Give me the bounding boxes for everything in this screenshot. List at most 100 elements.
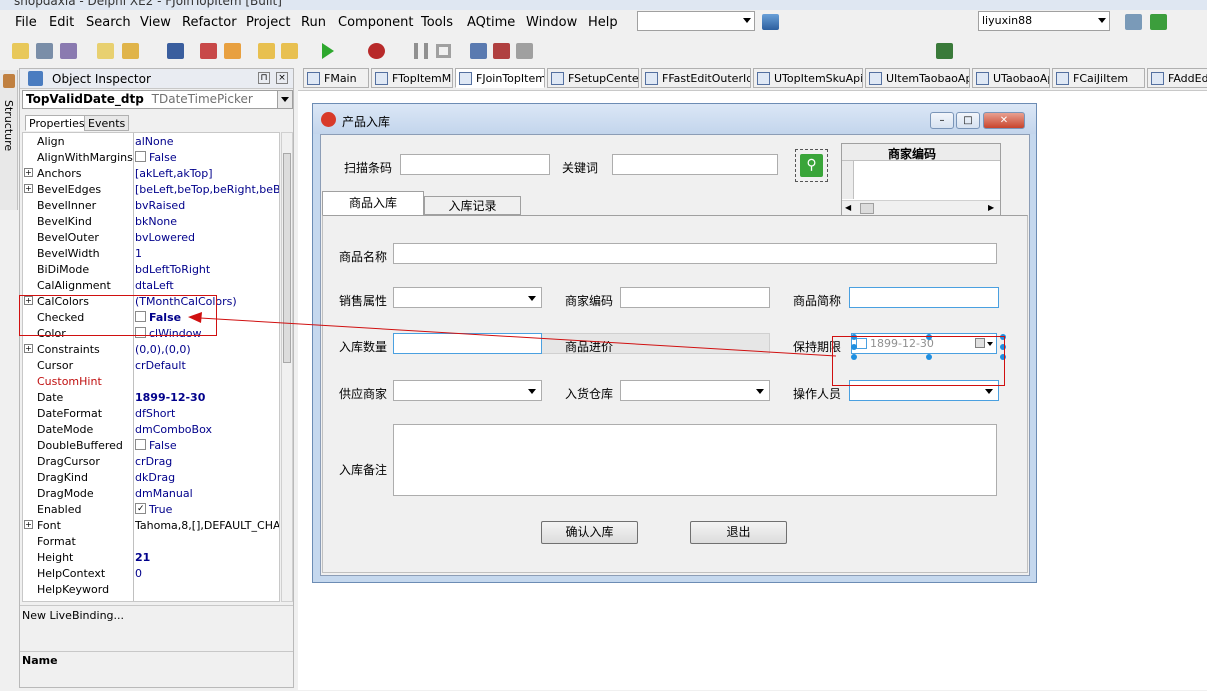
run-to-cursor-icon[interactable] bbox=[516, 43, 533, 59]
merchant-code-grid[interactable]: 商家编码 ◀ ▶ bbox=[841, 143, 1001, 217]
property-row[interactable]: DragKind dkDrag bbox=[23, 469, 279, 485]
property-row[interactable]: BiDiMode bdLeftToRight bbox=[23, 261, 279, 277]
property-value[interactable]: 1899-12-30 bbox=[135, 391, 279, 404]
product-name-input[interactable] bbox=[393, 243, 997, 264]
desktop-layout-combo[interactable] bbox=[637, 11, 755, 31]
property-checkbox[interactable] bbox=[135, 151, 146, 162]
project-manager-icon[interactable] bbox=[60, 43, 77, 59]
add-file-icon[interactable] bbox=[258, 43, 275, 59]
structure-panel-tab[interactable]: Structure bbox=[0, 70, 18, 210]
property-grid-scrollbar[interactable] bbox=[281, 132, 293, 602]
property-row[interactable]: BevelInner bvRaised bbox=[23, 197, 279, 213]
menu-tools[interactable]: Tools bbox=[421, 15, 453, 30]
desktop-save-icon[interactable] bbox=[762, 14, 779, 30]
open-icon[interactable] bbox=[122, 43, 139, 59]
menu-search[interactable]: Search bbox=[86, 15, 131, 30]
property-row[interactable]: DragMode dmManual bbox=[23, 485, 279, 501]
property-value[interactable]: alNone bbox=[135, 135, 279, 148]
short-name-input[interactable] bbox=[849, 287, 999, 308]
property-value[interactable]: False bbox=[135, 151, 279, 164]
open-project-icon[interactable] bbox=[36, 43, 53, 59]
property-value[interactable]: Tahoma,8,[],DEFAULT_CHAR bbox=[135, 519, 279, 532]
doc-tab[interactable]: FFastEditOuterId bbox=[641, 68, 751, 88]
menu-run[interactable]: Run bbox=[301, 15, 326, 30]
property-value[interactable]: crDefault bbox=[135, 359, 279, 372]
stop-icon[interactable] bbox=[436, 44, 451, 58]
doc-tab[interactable]: FAddEditTo bbox=[1147, 68, 1207, 88]
property-row[interactable]: + Anchors [akLeft,akTop] bbox=[23, 165, 279, 181]
property-row[interactable]: BevelWidth 1 bbox=[23, 245, 279, 261]
remove-file-icon[interactable] bbox=[281, 43, 298, 59]
expand-icon[interactable]: + bbox=[24, 184, 33, 193]
property-row[interactable]: + Constraints (0,0),(0,0) bbox=[23, 341, 279, 357]
menu-aqtime[interactable]: AQtime bbox=[467, 15, 515, 30]
component-selector[interactable]: TopValidDate_dtp TDateTimePicker bbox=[22, 90, 293, 109]
property-row[interactable]: HelpContext 0 bbox=[23, 565, 279, 581]
property-row[interactable]: HelpKeyword bbox=[23, 581, 279, 597]
property-value[interactable]: dtaLeft bbox=[135, 279, 279, 292]
scroll-thumb[interactable] bbox=[860, 203, 874, 214]
deploy-icon[interactable] bbox=[1150, 14, 1167, 30]
expand-icon[interactable]: + bbox=[24, 168, 33, 177]
property-row[interactable]: + BevelEdges [beLeft,beTop,beRight,beBot bbox=[23, 181, 279, 197]
maximize-icon[interactable]: □ bbox=[956, 112, 980, 129]
new-icon[interactable] bbox=[97, 43, 114, 59]
trace-into-icon[interactable] bbox=[470, 43, 487, 59]
property-checkbox[interactable] bbox=[135, 439, 146, 450]
property-value[interactable]: dfShort bbox=[135, 407, 279, 420]
menu-refactor[interactable]: Refactor bbox=[182, 15, 237, 30]
property-value[interactable]: bkNone bbox=[135, 215, 279, 228]
menu-file[interactable]: File bbox=[15, 15, 37, 30]
scan-barcode-input[interactable] bbox=[400, 154, 550, 175]
property-row[interactable]: Enabled True bbox=[23, 501, 279, 517]
doc-tab[interactable]: FMain bbox=[303, 68, 369, 88]
menu-component[interactable]: Component bbox=[338, 15, 413, 30]
scroll-right-icon[interactable]: ▶ bbox=[988, 203, 994, 212]
property-value[interactable]: bvRaised bbox=[135, 199, 279, 212]
search-button[interactable]: ⚲ bbox=[795, 149, 828, 182]
run-icon[interactable] bbox=[322, 43, 334, 59]
property-value[interactable]: (0,0),(0,0) bbox=[135, 343, 279, 356]
qty-input[interactable] bbox=[393, 333, 542, 354]
remark-memo[interactable] bbox=[393, 424, 997, 496]
property-row[interactable]: DateMode dmComboBox bbox=[23, 421, 279, 437]
expand-icon[interactable]: + bbox=[24, 344, 33, 353]
property-row[interactable]: Align alNone bbox=[23, 133, 279, 149]
menu-window[interactable]: Window bbox=[526, 15, 577, 30]
scroll-left-icon[interactable]: ◀ bbox=[845, 203, 851, 212]
property-value[interactable]: crDrag bbox=[135, 455, 279, 468]
page-tab-records[interactable]: 入库记录 bbox=[424, 196, 521, 215]
close-icon[interactable]: × bbox=[276, 72, 288, 84]
property-value[interactable]: dmManual bbox=[135, 487, 279, 500]
property-row[interactable]: DoubleBuffered False bbox=[23, 437, 279, 453]
property-row[interactable]: DateFormat dfShort bbox=[23, 405, 279, 421]
menu-edit[interactable]: Edit bbox=[49, 15, 74, 30]
exit-button[interactable]: 退出 bbox=[690, 521, 787, 544]
page-tab-stock-in[interactable]: 商品入库 bbox=[322, 191, 424, 215]
connect-icon[interactable] bbox=[1125, 14, 1142, 30]
merchant-code-input[interactable] bbox=[620, 287, 770, 308]
property-value[interactable]: 1 bbox=[135, 247, 279, 260]
tab-events[interactable]: Events bbox=[84, 115, 130, 131]
property-row[interactable]: + Font Tahoma,8,[],DEFAULT_CHAR bbox=[23, 517, 279, 533]
property-row[interactable]: Cursor crDefault bbox=[23, 357, 279, 373]
user-combo[interactable]: liyuxin88 bbox=[978, 11, 1110, 31]
menu-project[interactable]: Project bbox=[246, 15, 290, 30]
pause-icon[interactable] bbox=[414, 43, 428, 59]
property-row[interactable]: Date 1899-12-30 bbox=[23, 389, 279, 405]
property-row[interactable]: CustomHint bbox=[23, 373, 279, 389]
grid-hscroll[interactable]: ◀ ▶ bbox=[842, 200, 1000, 216]
property-row[interactable]: DragCursor crDrag bbox=[23, 453, 279, 469]
property-value[interactable]: dkDrag bbox=[135, 471, 279, 484]
keyword-input[interactable] bbox=[612, 154, 778, 175]
property-value[interactable]: bvLowered bbox=[135, 231, 279, 244]
new-livebinding-link[interactable]: New LiveBinding... bbox=[22, 609, 124, 622]
doc-tab[interactable]: FSetupCenter bbox=[547, 68, 639, 88]
property-value[interactable]: [beLeft,beTop,beRight,beBot bbox=[135, 183, 279, 196]
tab-properties[interactable]: Properties bbox=[25, 115, 89, 131]
run-without-debug-icon[interactable] bbox=[368, 43, 385, 59]
property-row[interactable]: BevelKind bkNone bbox=[23, 213, 279, 229]
minimize-icon[interactable]: – bbox=[930, 112, 954, 129]
property-row[interactable]: Format bbox=[23, 533, 279, 549]
supplier-select[interactable] bbox=[393, 380, 542, 401]
